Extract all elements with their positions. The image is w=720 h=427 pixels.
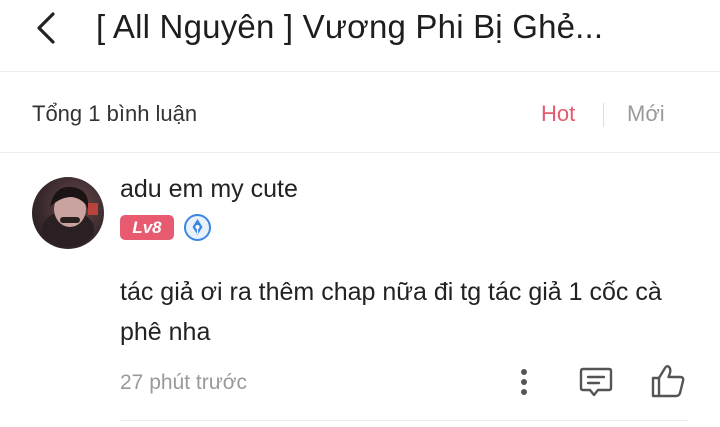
more-options-button[interactable] [512,366,536,398]
sort-divider [603,103,604,127]
divider [120,420,688,421]
reply-button[interactable] [579,366,613,398]
comments-bar: Tổng 1 bình luận Hot Mới [0,73,720,153]
sort-new-tab[interactable]: Mới [627,101,665,127]
avatar[interactable] [32,177,104,249]
back-button[interactable] [26,10,66,46]
pen-nib-icon [184,214,211,241]
header: [ All Nguyên ] Vương Phi Bị Ghẻ... [0,0,720,72]
comment-time: 27 phút trước [120,371,248,394]
like-button[interactable] [650,364,686,398]
comment-username[interactable]: adu em my cute [120,175,298,204]
thumbs-up-icon [651,365,685,398]
level-badge: Lv8 [120,215,174,240]
sort-hot-tab[interactable]: Hot [541,101,575,127]
more-vertical-icon [521,369,527,395]
page-title: [ All Nguyên ] Vương Phi Bị Ghẻ... [96,8,604,45]
comment-text: tác giả ơi ra thêm chap nữa đi tg tác gi… [120,278,662,346]
comment-count: Tổng 1 bình luận [32,101,198,126]
comment-icon [579,367,613,397]
chevron-left-icon [37,12,55,44]
